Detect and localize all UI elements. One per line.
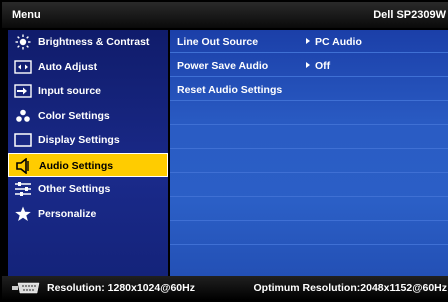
sidebar-item-label: Input source xyxy=(38,85,102,97)
power-save-audio-label[interactable]: Power Save Audio xyxy=(177,60,268,72)
sidebar-item-display-settings[interactable]: Display Settings xyxy=(8,128,168,153)
sidebar-item-label: Audio Settings xyxy=(39,159,114,172)
sidebar-item-label: Auto Adjust xyxy=(38,60,98,73)
sidebar-item-brightness-contrast[interactable]: Brightness & Contrast xyxy=(8,30,168,55)
row-divider xyxy=(170,100,448,101)
title-bar: Menu Dell SP2309W xyxy=(2,2,448,28)
row-divider xyxy=(170,172,448,173)
line-out-source-value[interactable]: PC Audio xyxy=(306,36,362,48)
row-divider xyxy=(170,148,448,149)
row-divider xyxy=(170,196,448,197)
power-save-audio-value[interactable]: Off xyxy=(306,60,330,72)
monitor-model: Dell SP2309W xyxy=(373,9,446,21)
row-divider xyxy=(170,76,448,77)
sidebar-item-color-settings[interactable]: Color Settings xyxy=(8,104,168,129)
vga-connector-icon xyxy=(12,282,40,294)
row-divider xyxy=(170,220,448,221)
reset-audio-settings-label[interactable]: Reset Audio Settings xyxy=(177,84,282,96)
sidebar-item-label: Display Settings xyxy=(38,134,120,146)
arrow-right-icon xyxy=(306,62,310,69)
speaker-icon xyxy=(16,157,29,174)
sidebar-item-label: Brightness & Contrast xyxy=(38,36,150,48)
sidebar-item-auto-adjust[interactable]: Auto Adjust xyxy=(8,55,168,80)
sidebar-item-personalize[interactable]: Personalize xyxy=(8,202,168,227)
sidebar-item-label: Other Settings xyxy=(38,183,111,195)
sidebar-item-label: Personalize xyxy=(38,207,97,220)
star-icon xyxy=(15,206,31,221)
arrow-right-icon xyxy=(306,38,310,45)
row-divider xyxy=(170,124,448,125)
brightness-icon xyxy=(15,34,31,50)
current-resolution: Resolution: 1280x1024@60Hz xyxy=(47,282,195,294)
status-bar: Resolution: 1280x1024@60Hz Optimum Resol… xyxy=(2,276,448,300)
menu-title: Menu xyxy=(12,9,41,21)
optimum-resolution: Optimum Resolution:2048x1152@60Hz xyxy=(253,282,447,294)
row-divider xyxy=(170,52,448,53)
input-source-icon xyxy=(14,84,32,98)
color-settings-icon xyxy=(16,109,30,122)
sidebar-item-other-settings[interactable]: Other Settings xyxy=(8,177,168,202)
line-out-source-label[interactable]: Line Out Source xyxy=(177,36,258,48)
sidebar: Brightness & Contrast Auto Adjust Input … xyxy=(8,30,168,276)
monitor-osd: Menu Dell SP2309W Brightness & Contrast … xyxy=(0,0,448,302)
auto-adjust-icon xyxy=(14,59,32,74)
row-divider xyxy=(170,244,448,245)
sidebar-item-audio-settings[interactable]: Audio Settings xyxy=(8,152,168,177)
audio-settings-panel: Line Out Source PC Audio Power Save Audi… xyxy=(170,30,448,276)
sidebar-item-input-source[interactable]: Input source xyxy=(8,79,168,104)
other-settings-icon xyxy=(15,182,31,196)
sidebar-item-label: Color Settings xyxy=(38,109,110,122)
display-settings-icon xyxy=(14,133,32,147)
